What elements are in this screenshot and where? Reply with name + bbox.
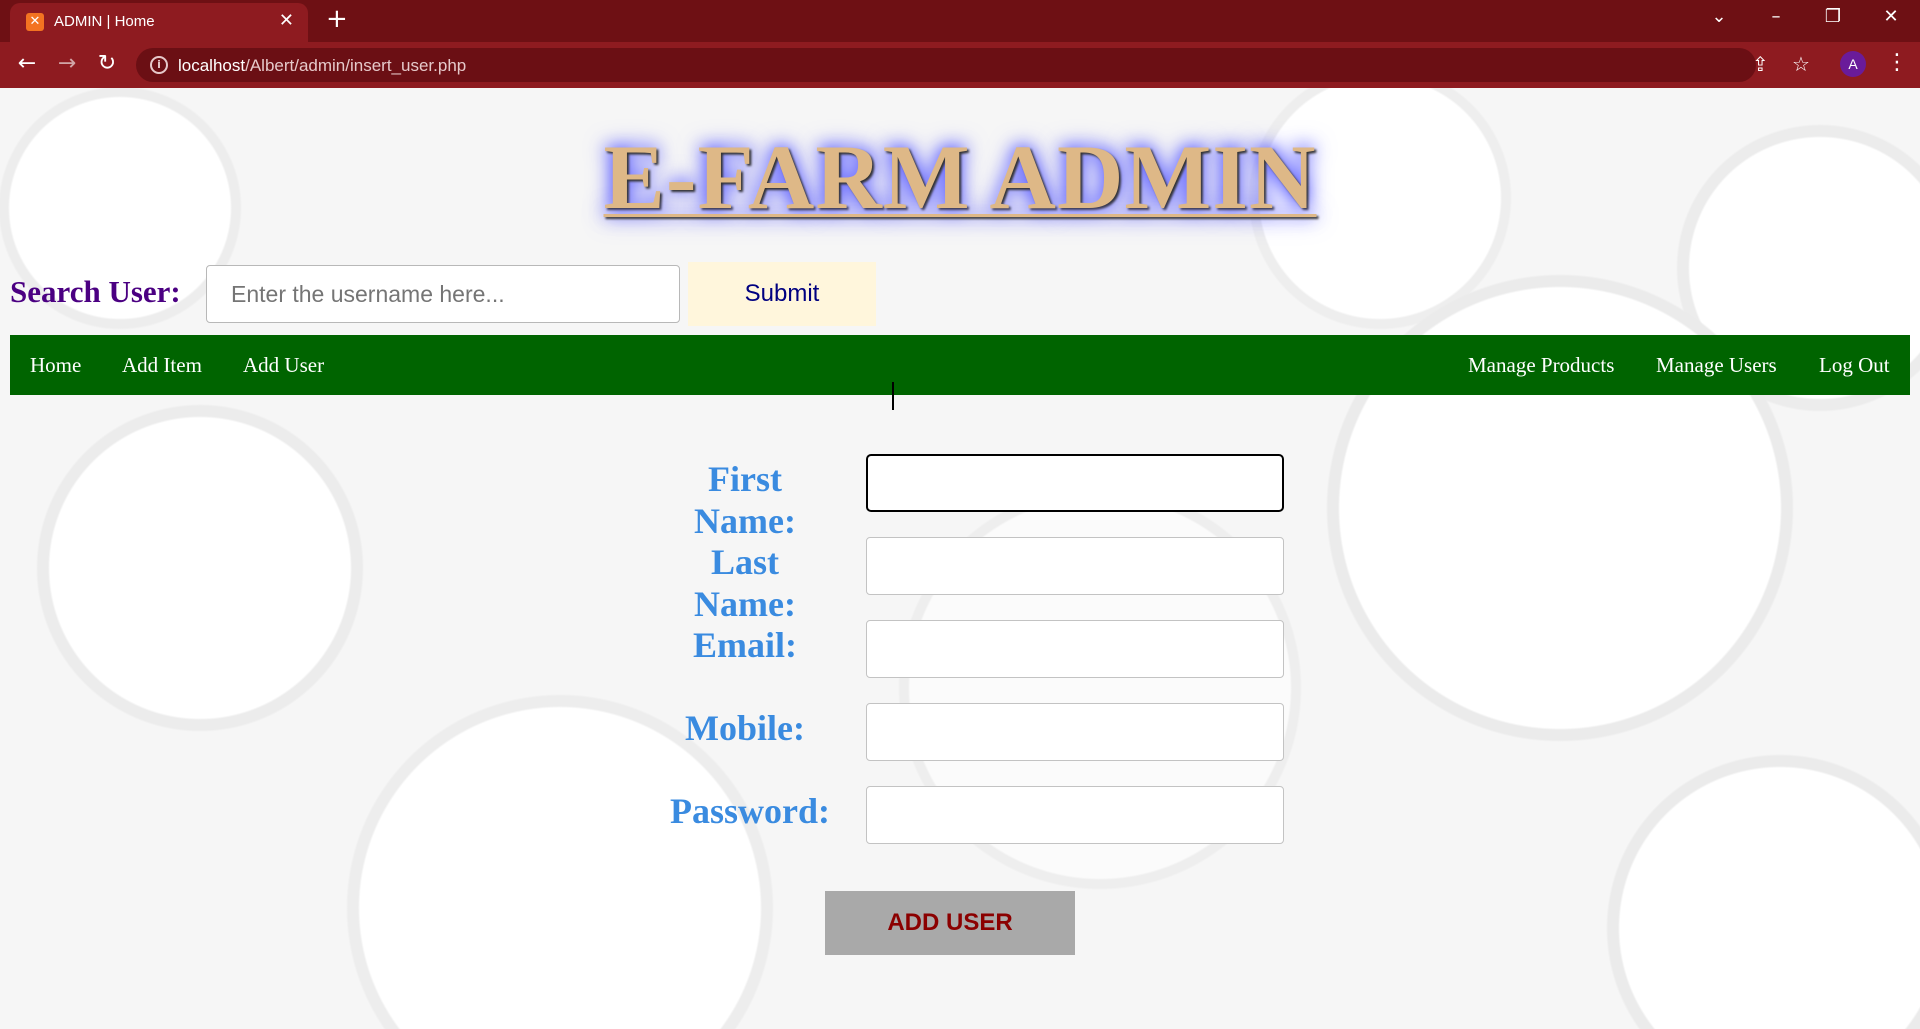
main-navbar: Home Add Item Add User Manage Products M… bbox=[10, 335, 1910, 395]
first-name-label: First Name: bbox=[694, 459, 796, 541]
nav-log-out[interactable]: Log Out bbox=[1819, 335, 1890, 395]
chevron-down-icon[interactable]: ⌄ bbox=[1704, 6, 1734, 27]
address-bar[interactable]: i localhost/Albert/admin/insert_user.php… bbox=[136, 48, 1810, 82]
email-field[interactable] bbox=[866, 620, 1284, 678]
last-name-label: Last Name: bbox=[694, 542, 796, 624]
nav-add-user[interactable]: Add User bbox=[243, 335, 324, 395]
password-field[interactable] bbox=[866, 786, 1284, 844]
last-name-field[interactable] bbox=[866, 537, 1284, 595]
star-icon[interactable]: ☆ bbox=[1792, 52, 1810, 76]
tab-title: ADMIN | Home bbox=[54, 13, 155, 30]
info-icon[interactable]: i bbox=[150, 56, 168, 74]
share-icon[interactable]: ⇪ bbox=[1752, 52, 1769, 76]
browser-tabstrip: ✕ ADMIN | Home ✕ + ⌄ – ❐ ✕ bbox=[0, 0, 1920, 42]
search-input[interactable] bbox=[206, 265, 680, 323]
nav-home[interactable]: Home bbox=[30, 335, 81, 395]
avatar[interactable]: A bbox=[1840, 51, 1866, 77]
text-caret bbox=[892, 382, 894, 410]
browser-tab[interactable]: ✕ ADMIN | Home ✕ bbox=[10, 3, 308, 42]
forward-arrow-icon[interactable]: → bbox=[52, 51, 82, 76]
browser-toolbar: ← → ↻ i localhost/Albert/admin/insert_us… bbox=[0, 42, 1920, 88]
kebab-menu-icon[interactable]: ⋮ bbox=[1886, 50, 1908, 75]
nav-manage-users[interactable]: Manage Users bbox=[1656, 335, 1777, 395]
password-label: Password: bbox=[670, 791, 830, 831]
url-path: /Albert/admin/insert_user.php bbox=[245, 56, 467, 75]
mobile-label: Mobile: bbox=[685, 708, 805, 748]
mobile-field[interactable] bbox=[866, 703, 1284, 761]
search-submit-button[interactable]: Submit bbox=[688, 262, 876, 326]
url-text[interactable]: localhost/Albert/admin/insert_user.php bbox=[178, 56, 466, 76]
close-icon[interactable]: ✕ bbox=[279, 10, 294, 31]
first-name-field[interactable] bbox=[866, 454, 1284, 512]
minimize-icon[interactable]: – bbox=[1761, 6, 1791, 27]
url-host: localhost bbox=[178, 56, 246, 75]
xampp-favicon-icon: ✕ bbox=[26, 13, 44, 31]
nav-manage-products[interactable]: Manage Products bbox=[1468, 335, 1614, 395]
restore-icon[interactable]: ❐ bbox=[1818, 6, 1848, 27]
page-body: E-FARM ADMIN Search User: Submit Home Ad… bbox=[0, 88, 1920, 1029]
add-user-button[interactable]: ADD USER bbox=[825, 891, 1075, 955]
close-window-icon[interactable]: ✕ bbox=[1876, 6, 1906, 27]
reload-icon[interactable]: ↻ bbox=[92, 51, 122, 76]
email-label: Email: bbox=[693, 625, 797, 665]
back-arrow-icon[interactable]: ← bbox=[12, 51, 42, 76]
page-title: E-FARM ADMIN bbox=[603, 126, 1317, 228]
plus-icon[interactable]: + bbox=[326, 4, 348, 34]
nav-add-item[interactable]: Add Item bbox=[122, 335, 202, 395]
search-label: Search User: bbox=[10, 274, 181, 309]
